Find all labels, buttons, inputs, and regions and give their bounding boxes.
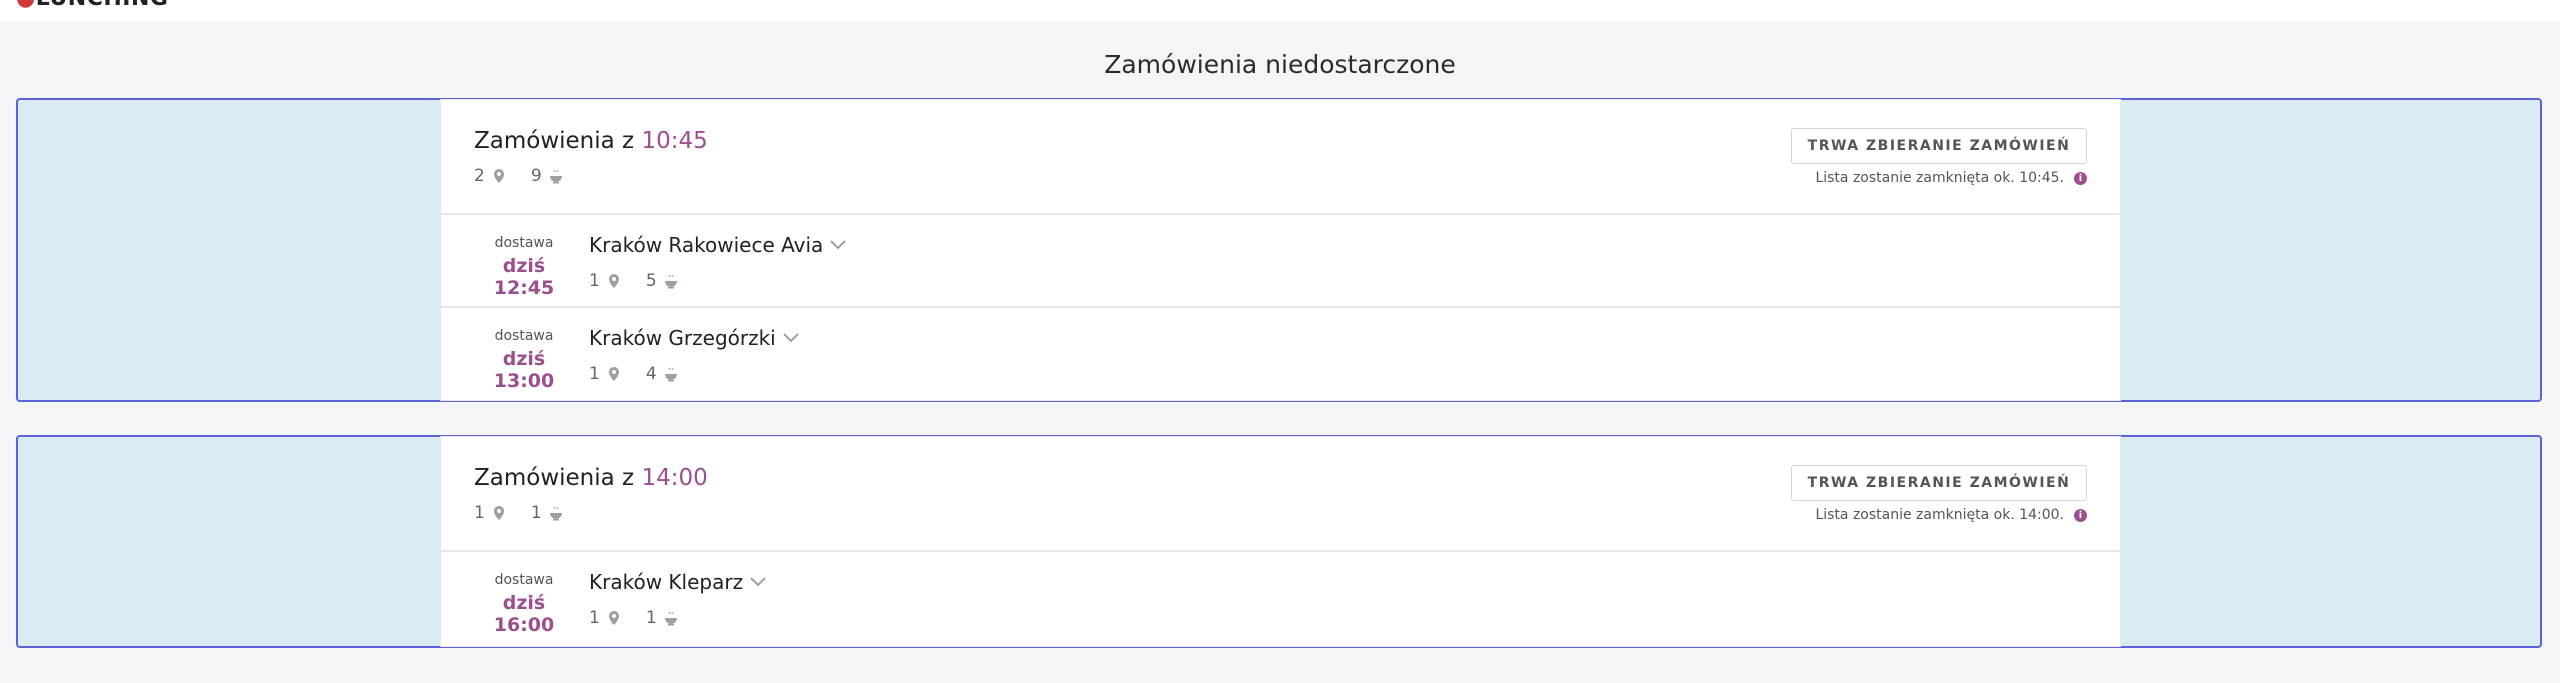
delivery-stats: 1 5 <box>589 271 679 291</box>
order-group-time: 10:45 <box>641 128 708 154</box>
meal-bowl-icon <box>664 274 677 289</box>
meal-bowl-icon <box>549 169 562 184</box>
order-group-stats: 1 1 <box>474 503 564 523</box>
delivery-label: dostawa <box>494 235 554 251</box>
chevron-down-icon[interactable] <box>749 576 767 588</box>
delivery-time: dziś 12:45 <box>493 255 555 299</box>
order-group-stats: 2 9 <box>474 166 564 186</box>
delivery-location[interactable]: Kraków Rakowiece Avia <box>589 233 847 257</box>
meal-count: 9 <box>530 166 542 186</box>
delivery-row[interactable]: dostawa dziś 13:00 Kraków Grzegórzki 1 4 <box>441 308 2120 399</box>
closing-note: Lista zostanie zamknięta ok. 14:00. i <box>1815 507 2087 523</box>
app-logo[interactable]: ●LUNCHING <box>16 0 168 11</box>
delivery-location[interactable]: Kraków Kleparz <box>589 570 767 594</box>
meal-bowl-icon <box>664 611 677 626</box>
location-count: 1 <box>589 271 600 291</box>
closing-note-text: Lista zostanie zamknięta ok. 10:45. <box>1815 170 2064 186</box>
delivery-row[interactable]: dostawa dziś 12:45 Kraków Rakowiece Avia… <box>441 215 2120 308</box>
meal-bowl-icon <box>664 367 677 382</box>
delivery-label: dostawa <box>494 328 554 344</box>
location-count: 1 <box>589 364 600 384</box>
map-pin-icon <box>608 367 619 381</box>
meal-count: 1 <box>530 503 542 523</box>
order-group-title-prefix: Zamówienia z <box>474 465 635 491</box>
info-icon[interactable]: i <box>2074 508 2087 522</box>
map-pin-icon <box>493 169 504 183</box>
map-pin-icon <box>493 506 504 520</box>
map-pin-icon <box>608 274 619 288</box>
order-group-panel: Zamówienia z 14:00 1 1 TRWA ZBIERANIE ZA… <box>441 437 2120 646</box>
delivery-time: dziś 13:00 <box>493 348 555 392</box>
meal-count: 5 <box>645 271 657 291</box>
chevron-down-icon[interactable] <box>782 332 800 344</box>
meal-count: 4 <box>645 364 657 384</box>
delivery-location-name: Kraków Kleparz <box>589 570 744 594</box>
closing-note-text: Lista zostanie zamknięta ok. 14:00. <box>1815 507 2064 523</box>
delivery-location[interactable]: Kraków Grzegórzki <box>589 326 800 350</box>
meal-count: 1 <box>645 608 657 628</box>
order-group-title: Zamówienia z 14:00 <box>474 465 708 491</box>
delivery-location-name: Kraków Grzegórzki <box>589 326 776 350</box>
order-group-1400: Zamówienia z 14:00 1 1 TRWA ZBIERANIE ZA… <box>16 435 2542 648</box>
collecting-orders-status-button[interactable]: TRWA ZBIERANIE ZAMÓWIEŃ <box>1791 465 2087 501</box>
info-icon[interactable]: i <box>2074 171 2087 185</box>
chevron-down-icon[interactable] <box>829 239 847 251</box>
meal-bowl-icon <box>549 506 562 521</box>
location-count: 1 <box>474 503 485 523</box>
location-count: 1 <box>589 608 600 628</box>
top-navigation-bar: ●LUNCHING <box>0 0 2560 22</box>
order-group-title: Zamówienia z 10:45 <box>474 128 708 154</box>
delivery-time: dziś 16:00 <box>493 592 555 636</box>
order-group-title-prefix: Zamówienia z <box>474 128 635 154</box>
order-group-header: Zamówienia z 14:00 1 1 TRWA ZBIERANIE ZA… <box>441 437 2120 552</box>
page-title: Zamówienia niedostarczone <box>1104 50 1456 79</box>
delivery-row[interactable]: dostawa dziś 16:00 Kraków Kleparz 1 1 <box>441 552 2120 643</box>
location-count: 2 <box>474 166 485 186</box>
order-group-panel: Zamówienia z 10:45 2 9 TRWA ZBIERANIE ZA… <box>441 100 2120 400</box>
order-group-header: Zamówienia z 10:45 2 9 TRWA ZBIERANIE ZA… <box>441 100 2120 215</box>
delivery-location-name: Kraków Rakowiece Avia <box>589 233 824 257</box>
closing-note: Lista zostanie zamknięta ok. 10:45. i <box>1815 170 2087 186</box>
delivery-stats: 1 1 <box>589 608 679 628</box>
order-group-1045: Zamówienia z 10:45 2 9 TRWA ZBIERANIE ZA… <box>16 98 2542 402</box>
map-pin-icon <box>608 611 619 625</box>
delivery-label: dostawa <box>494 572 554 588</box>
collecting-orders-status-button[interactable]: TRWA ZBIERANIE ZAMÓWIEŃ <box>1791 128 2087 164</box>
order-group-time: 14:00 <box>641 465 708 491</box>
delivery-stats: 1 4 <box>589 364 679 384</box>
